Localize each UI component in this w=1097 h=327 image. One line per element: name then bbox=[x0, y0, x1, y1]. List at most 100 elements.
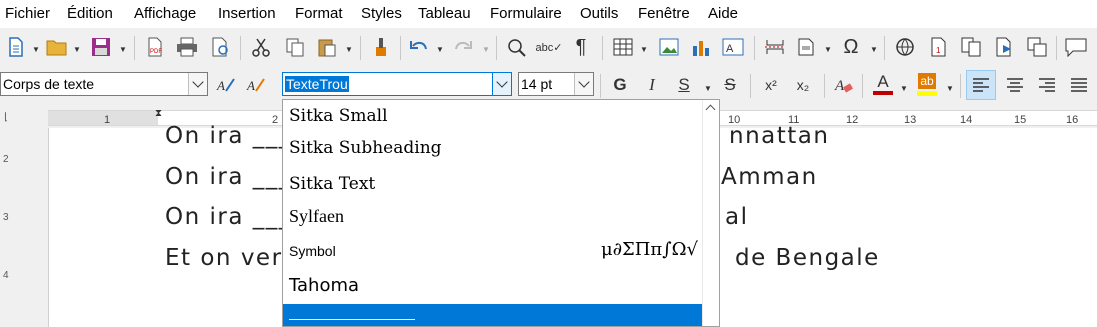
insert-field-icon[interactable] bbox=[794, 34, 820, 60]
font-size-combo[interactable]: 14 pt bbox=[518, 72, 594, 96]
cut-icon[interactable] bbox=[248, 34, 274, 60]
bookmark-icon[interactable] bbox=[992, 34, 1018, 60]
redo-icon[interactable] bbox=[450, 34, 476, 60]
menu-styles[interactable]: Styles bbox=[361, 5, 402, 22]
doc-text: Et on ver bbox=[165, 245, 283, 271]
menu-outils[interactable]: Outils bbox=[580, 5, 618, 22]
insert-image-icon[interactable] bbox=[656, 34, 682, 60]
align-center-button[interactable] bbox=[1002, 72, 1028, 98]
clear-formatting-icon[interactable]: A bbox=[832, 72, 856, 98]
vruler-number: 4 bbox=[3, 270, 9, 281]
font-list-item[interactable]: Sitka Small bbox=[283, 100, 703, 134]
font-list-item[interactable]: Sitka Subheading bbox=[283, 132, 703, 166]
redo-dropdown-icon[interactable]: ▼ bbox=[482, 45, 490, 54]
undo-dropdown-icon[interactable]: ▼ bbox=[436, 45, 444, 54]
doc-line-2: On ira ___ bbox=[165, 164, 292, 190]
spelling-icon[interactable]: abc✓ bbox=[536, 34, 563, 60]
special-character-icon[interactable]: Ω bbox=[838, 34, 864, 60]
paragraph-style-value: Corps de texte bbox=[3, 76, 95, 92]
menu-format[interactable]: Format bbox=[295, 5, 343, 22]
export-pdf-icon[interactable]: PDF bbox=[142, 34, 168, 60]
font-color-dropdown-icon[interactable]: ▼ bbox=[900, 84, 908, 93]
open-dropdown-icon[interactable]: ▼ bbox=[73, 45, 81, 54]
find-replace-icon[interactable] bbox=[504, 34, 530, 60]
menu-tableau[interactable]: Tableau bbox=[418, 5, 471, 22]
print-preview-icon[interactable] bbox=[208, 34, 234, 60]
font-size-dropdown-button[interactable] bbox=[574, 73, 593, 95]
doc-text: On ira bbox=[165, 123, 244, 149]
font-list-item[interactable]: Tahoma bbox=[283, 270, 703, 304]
menu-edition[interactable]: Édition bbox=[67, 5, 113, 22]
undo-icon[interactable] bbox=[406, 34, 432, 60]
tab-stop-icon[interactable]: ⌊ bbox=[4, 112, 8, 123]
formatting-marks-icon[interactable]: ¶ bbox=[568, 34, 594, 60]
insert-table-icon[interactable] bbox=[610, 34, 636, 60]
hyperlink-icon[interactable] bbox=[892, 34, 918, 60]
insert-chart-icon[interactable] bbox=[688, 34, 714, 60]
bold-button[interactable]: G bbox=[608, 72, 632, 98]
navigator-icon[interactable] bbox=[1024, 34, 1050, 60]
subscript-button[interactable]: x₂ bbox=[790, 72, 816, 98]
indent-marker-icon[interactable]: ⧗ bbox=[155, 108, 162, 119]
doc-text: On ira bbox=[165, 204, 244, 230]
superscript-button[interactable]: x² bbox=[758, 72, 784, 98]
paragraph-style-dropdown-button[interactable] bbox=[188, 73, 207, 95]
update-style-icon[interactable]: A bbox=[214, 72, 238, 98]
doc-fragment-2: Amman bbox=[721, 164, 818, 190]
paste-dropdown-icon[interactable]: ▼ bbox=[345, 45, 353, 54]
font-list-item-label: Sitka Subheading bbox=[289, 138, 442, 158]
align-left-button[interactable] bbox=[966, 70, 996, 100]
menu-bar: Fichier Édition Affichage Insertion Form… bbox=[0, 0, 1097, 28]
insert-textbox-icon[interactable]: A bbox=[720, 34, 746, 60]
font-list-item-selected[interactable] bbox=[283, 304, 703, 326]
strikethrough-button[interactable]: S bbox=[718, 72, 742, 98]
font-name-dropdown-button[interactable] bbox=[492, 73, 511, 95]
svg-text:PDF: PDF bbox=[150, 49, 162, 55]
field-dropdown-icon[interactable]: ▼ bbox=[824, 45, 832, 54]
underline-dropdown-icon[interactable]: ▼ bbox=[704, 84, 712, 93]
menu-affichage[interactable]: Affichage bbox=[134, 5, 196, 22]
special-char-dropdown-icon[interactable]: ▼ bbox=[870, 45, 878, 54]
print-icon[interactable] bbox=[174, 34, 200, 60]
highlight-color-button[interactable]: ab bbox=[914, 70, 940, 98]
menu-fenetre[interactable]: Fenêtre bbox=[638, 5, 690, 22]
underline-button[interactable]: S bbox=[672, 72, 696, 98]
highlight-glyph: ab bbox=[918, 72, 936, 89]
font-color-button[interactable]: A bbox=[870, 70, 896, 98]
italic-button[interactable]: I bbox=[640, 72, 664, 98]
new-document-icon[interactable] bbox=[3, 34, 29, 60]
insert-page-break-icon[interactable] bbox=[762, 34, 788, 60]
menu-insertion[interactable]: Insertion bbox=[218, 5, 276, 22]
highlight-dropdown-icon[interactable]: ▼ bbox=[946, 84, 954, 93]
scroll-up-icon[interactable] bbox=[705, 104, 716, 115]
font-list-item[interactable]: Sylfaen bbox=[283, 200, 703, 234]
font-list-dropdown[interactable]: Sitka Small Sitka Subheading Sitka Text … bbox=[282, 99, 720, 327]
font-size-value: 14 pt bbox=[521, 76, 553, 92]
table-dropdown-icon[interactable]: ▼ bbox=[640, 45, 648, 54]
new-dropdown-icon[interactable]: ▼ bbox=[32, 45, 40, 54]
menu-formulaire[interactable]: Formulaire bbox=[490, 5, 562, 22]
cross-reference-icon[interactable] bbox=[958, 34, 984, 60]
font-list-item[interactable]: Symbol μ∂ΣΠπ∫Ω√ bbox=[283, 234, 703, 268]
vruler-number: 3 bbox=[3, 212, 9, 223]
menu-fichier[interactable]: Fichier bbox=[5, 5, 50, 22]
open-folder-icon[interactable] bbox=[44, 34, 70, 60]
align-right-button[interactable] bbox=[1034, 72, 1060, 98]
vruler-number: 2 bbox=[3, 154, 9, 165]
font-list-scrollbar[interactable] bbox=[702, 100, 719, 326]
justify-button[interactable] bbox=[1066, 72, 1092, 98]
save-icon[interactable] bbox=[88, 34, 114, 60]
save-dropdown-icon[interactable]: ▼ bbox=[119, 45, 127, 54]
font-list-item[interactable]: Sitka Text bbox=[283, 168, 703, 202]
new-style-icon[interactable]: A bbox=[244, 72, 268, 98]
paste-icon[interactable] bbox=[314, 34, 340, 60]
footnote-icon[interactable]: 1 bbox=[926, 34, 952, 60]
insert-comment-icon[interactable] bbox=[1062, 34, 1090, 60]
left-margin-area bbox=[48, 111, 158, 125]
svg-text:A: A bbox=[834, 78, 845, 94]
menu-aide[interactable]: Aide bbox=[708, 5, 738, 22]
clone-formatting-icon[interactable] bbox=[368, 34, 394, 60]
font-name-combo[interactable]: TexteTrou bbox=[282, 72, 512, 96]
paragraph-style-combo[interactable]: Corps de texte bbox=[0, 72, 208, 96]
copy-icon[interactable] bbox=[282, 34, 308, 60]
